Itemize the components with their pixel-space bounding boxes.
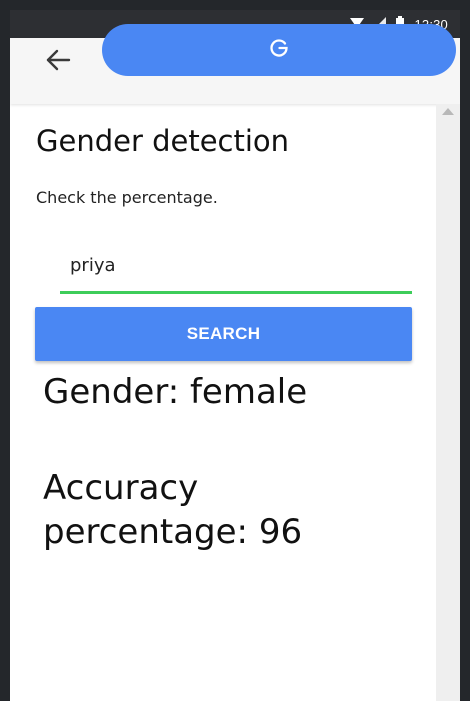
page-subtitle: Check the percentage. xyxy=(36,188,218,207)
scrollbar[interactable] xyxy=(436,104,460,701)
app-bar xyxy=(10,24,460,104)
search-button[interactable]: SEARCH xyxy=(35,307,412,361)
accuracy-result: Accuracy percentage: 96 xyxy=(43,468,303,552)
scroll-up-arrow-icon[interactable] xyxy=(442,108,454,115)
google-search-pill[interactable] xyxy=(102,24,456,76)
name-input[interactable] xyxy=(60,240,412,294)
google-g-icon xyxy=(268,37,290,64)
page-title: Gender detection xyxy=(36,124,290,158)
gender-result: Gender: female xyxy=(43,372,308,412)
back-button[interactable] xyxy=(38,46,78,78)
phone-screen: 12:30 Gender detection xyxy=(10,10,460,701)
content-area: Gender detection Check the percentage. S… xyxy=(10,104,436,701)
arrow-back-icon xyxy=(45,49,71,76)
device-frame: 12:30 Gender detection xyxy=(0,0,470,701)
